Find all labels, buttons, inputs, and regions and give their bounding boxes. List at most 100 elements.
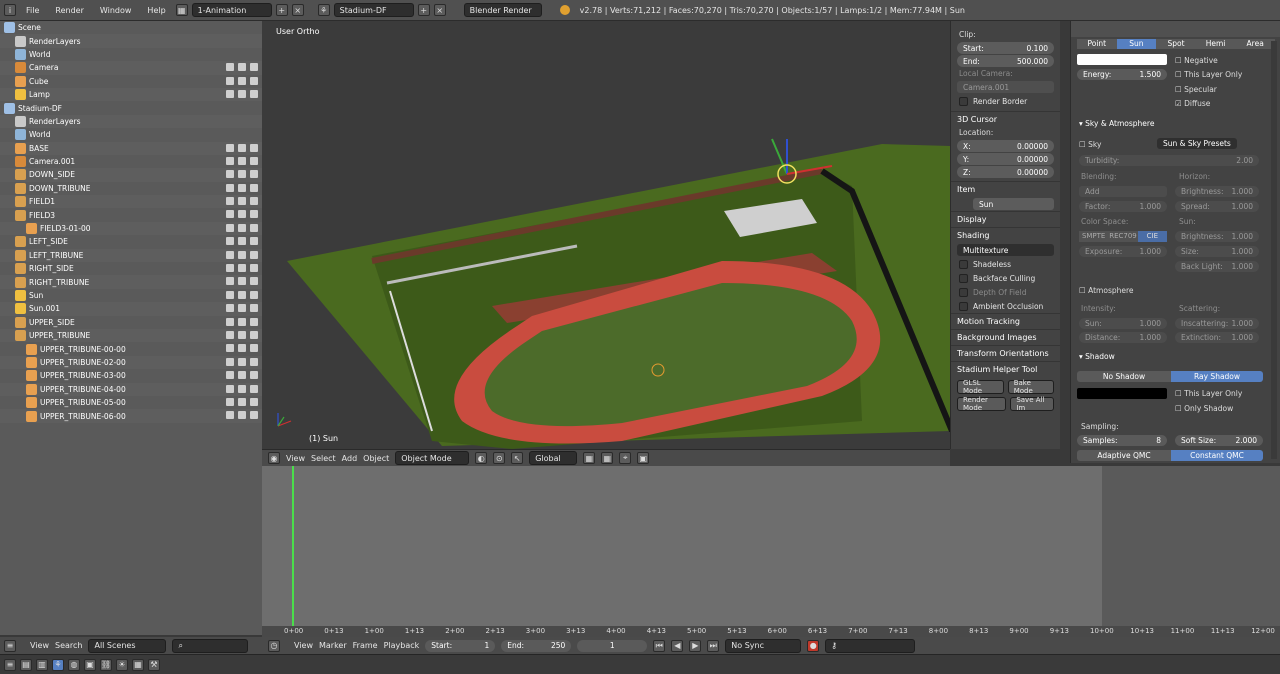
visibility-toggles[interactable]: [226, 317, 258, 326]
menu-add[interactable]: Add: [342, 454, 358, 463]
object-tab-icon[interactable]: ▣: [84, 658, 96, 671]
constant-qmc-button[interactable]: Constant QMC: [1171, 450, 1263, 461]
clip-end-field[interactable]: End: 500.000: [957, 55, 1054, 67]
shadow-color-swatch[interactable]: [1077, 388, 1167, 399]
blending-type-selector[interactable]: Add: [1079, 186, 1167, 197]
menu-file[interactable]: File: [20, 6, 45, 15]
cursor-icon[interactable]: [238, 63, 246, 72]
samples-field[interactable]: Samples: 8: [1077, 435, 1167, 446]
outliner-row[interactable]: Lamp: [0, 87, 262, 102]
camera-toggle-icon[interactable]: [250, 156, 258, 165]
camera-toggle-icon[interactable]: [250, 143, 258, 152]
outliner-row[interactable]: RenderLayers: [0, 114, 262, 129]
snap-icon[interactable]: ⌖: [619, 452, 632, 464]
cursor-icon[interactable]: [238, 89, 246, 98]
cursor-icon[interactable]: [238, 223, 246, 232]
eye-icon[interactable]: [226, 317, 234, 326]
sky-checkbox[interactable]: ☐ Sky: [1079, 140, 1101, 149]
energy-field[interactable]: Energy: 1.500: [1077, 69, 1167, 80]
visibility-toggles[interactable]: [226, 290, 258, 299]
lamp-tab-sun[interactable]: Sun: [1116, 39, 1157, 49]
visibility-toggles[interactable]: [226, 397, 258, 406]
turbidity-field[interactable]: Turbidity: 2.00: [1079, 155, 1259, 166]
visibility-toggles[interactable]: [226, 344, 258, 353]
scene-tab-icon[interactable]: ⚘: [52, 658, 64, 671]
info-editor-icon[interactable]: i: [4, 4, 16, 16]
timeline-view-menu[interactable]: View: [294, 641, 313, 650]
eye-icon[interactable]: [226, 170, 234, 179]
eye-icon[interactable]: [226, 183, 234, 192]
mode-selector[interactable]: Object Mode: [395, 451, 470, 465]
menu-window[interactable]: Window: [94, 6, 138, 15]
outliner-row[interactable]: DOWN_TRIBUNE: [0, 182, 262, 195]
visibility-toggles[interactable]: [226, 170, 258, 179]
menu-select[interactable]: Select: [311, 454, 336, 463]
outliner-display-filter[interactable]: All Scenes: [88, 638, 167, 653]
cursor-icon[interactable]: [238, 76, 246, 85]
outliner-row[interactable]: RenderLayers: [0, 34, 262, 48]
menu-render[interactable]: Render: [49, 6, 89, 15]
frame-start-field[interactable]: Start: 1: [425, 639, 496, 652]
outliner-row[interactable]: UPPER_SIDE: [0, 316, 262, 329]
bake-mode-button[interactable]: Bake Mode: [1007, 379, 1054, 395]
cursor-icon[interactable]: [238, 330, 246, 339]
outliner-row[interactable]: UPPER_TRIBUNE-02-00: [0, 355, 262, 370]
color-space-rec709[interactable]: REC709: [1108, 231, 1138, 242]
outliner-row[interactable]: UPPER_TRIBUNE-00-00: [0, 342, 262, 355]
lamp-tab-area[interactable]: Area: [1235, 39, 1275, 49]
pivot-icon[interactable]: ⊙: [493, 452, 506, 464]
camera-toggle-icon[interactable]: [250, 330, 258, 339]
shading-panel-header[interactable]: Shading: [951, 227, 1060, 243]
display-panel-header[interactable]: Display: [951, 211, 1060, 227]
eye-icon[interactable]: [226, 210, 234, 219]
item-name-field[interactable]: Sun: [973, 198, 1054, 210]
scene-icon[interactable]: ⚘: [317, 4, 330, 16]
color-space-smpte[interactable]: SMPTE: [1079, 231, 1109, 242]
sky-presets-selector[interactable]: Sun & Sky Presets: [1157, 138, 1237, 149]
lamp-tab-spot[interactable]: Spot: [1156, 39, 1196, 49]
item-panel-header[interactable]: Item: [951, 181, 1060, 197]
cursor-icon[interactable]: [238, 250, 246, 259]
visibility-toggles[interactable]: [226, 183, 258, 192]
outliner-row[interactable]: BASE: [0, 141, 262, 155]
lamp-color-swatch[interactable]: [1077, 54, 1167, 65]
eye-icon[interactable]: [226, 371, 234, 380]
eye-icon[interactable]: [226, 223, 234, 232]
visibility-toggles[interactable]: [226, 264, 258, 273]
outliner-search-input[interactable]: ⌕: [172, 638, 249, 653]
layout-selector[interactable]: 1-Animation: [191, 3, 272, 17]
cursor-icon[interactable]: [238, 170, 246, 179]
camera-toggle-icon[interactable]: [250, 264, 258, 273]
visibility-toggles[interactable]: [226, 411, 258, 420]
eye-icon[interactable]: [226, 237, 234, 246]
visibility-toggles[interactable]: [226, 304, 258, 313]
inscattering-field[interactable]: Inscattering: 1.000: [1175, 318, 1259, 329]
camera-toggle-icon[interactable]: [250, 183, 258, 192]
visibility-toggles[interactable]: [226, 384, 258, 393]
visibility-toggles[interactable]: [226, 63, 258, 72]
outliner-row[interactable]: Camera: [0, 61, 262, 75]
outliner-row[interactable]: UPPER_TRIBUNE-03-00: [0, 369, 262, 382]
cursor-icon[interactable]: [238, 197, 246, 206]
camera-toggle-icon[interactable]: [250, 250, 258, 259]
outliner-row[interactable]: UPPER_TRIBUNE-05-00: [0, 396, 262, 409]
camera-toggle-icon[interactable]: [250, 357, 258, 366]
render-preview-icon[interactable]: ▣: [637, 452, 650, 464]
camera-toggle-icon[interactable]: [250, 237, 258, 246]
only-shadow-checkbox[interactable]: ☐ Only Shadow: [1175, 404, 1233, 413]
outliner-row[interactable]: Stadium-DF: [0, 101, 262, 114]
cursor-z-field[interactable]: Z: 0.00000: [957, 166, 1054, 178]
clip-start-field[interactable]: Start: 0.100: [957, 42, 1054, 54]
camera-toggle-icon[interactable]: [250, 397, 258, 406]
negative-checkbox[interactable]: ☐ Negative: [1175, 56, 1218, 65]
jump-start-icon[interactable]: ⏮: [653, 639, 666, 652]
cursor-icon[interactable]: [238, 304, 246, 313]
outliner-row[interactable]: DOWN_SIDE: [0, 168, 262, 182]
world-tab-icon[interactable]: ◍: [68, 658, 80, 671]
eye-icon[interactable]: [226, 89, 234, 98]
specular-checkbox[interactable]: ☐ Specular: [1175, 85, 1217, 94]
outliner-row[interactable]: Scene: [0, 21, 262, 34]
editor-type-icon[interactable]: ◉: [268, 452, 280, 464]
distance-field[interactable]: Distance: 1.000: [1079, 332, 1167, 343]
exposure-field[interactable]: Exposure: 1.000: [1079, 246, 1167, 257]
